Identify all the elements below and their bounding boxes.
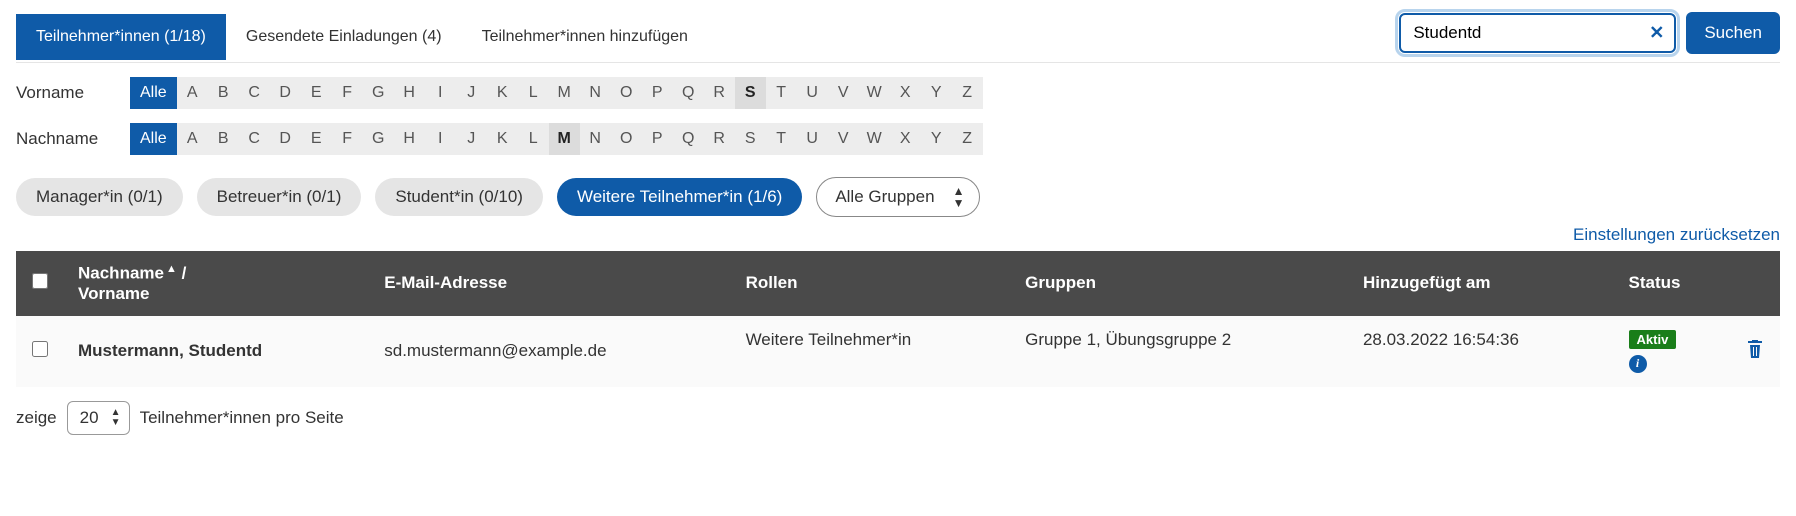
alpha-letter-t[interactable]: T (766, 123, 797, 155)
reset-settings-link[interactable]: Einstellungen zurücksetzen (1573, 225, 1780, 245)
tab-participants[interactable]: Teilnehmer*innen (1/18) (16, 14, 226, 60)
main-tabs: Teilnehmer*innen (1/18) Gesendete Einlad… (16, 14, 708, 60)
group-select-label: Alle Gruppen (835, 187, 934, 207)
pager-suffix: Teilnehmer*innen pro Seite (140, 408, 344, 428)
sort-asc-icon: ▲ (166, 263, 177, 275)
alpha-letter-v[interactable]: V (828, 123, 859, 155)
alpha-all[interactable]: Alle (130, 123, 177, 155)
alpha-letter-n[interactable]: N (580, 77, 611, 109)
tab-add-participants[interactable]: Teilnehmer*innen hinzufügen (462, 14, 708, 60)
alpha-letter-f[interactable]: F (332, 77, 363, 109)
alpha-all[interactable]: Alle (130, 77, 177, 109)
col-header-roles[interactable]: Rollen (732, 251, 1012, 316)
alpha-letter-h[interactable]: H (394, 123, 425, 155)
info-icon[interactable]: i (1629, 355, 1647, 373)
vorname-alpha-filter: AlleABCDEFGHIJKLMNOPQRSTUVWXYZ (130, 77, 983, 109)
col-header-email[interactable]: E-Mail-Adresse (370, 251, 731, 316)
alpha-letter-z[interactable]: Z (952, 77, 983, 109)
alpha-letter-n[interactable]: N (580, 123, 611, 155)
table-row: Mustermann, Studentd sd.mustermann@examp… (16, 316, 1780, 387)
alpha-letter-s[interactable]: S (735, 123, 766, 155)
vorname-label: Vorname (16, 83, 116, 103)
trash-icon[interactable] (1746, 344, 1764, 363)
alpha-letter-m[interactable]: M (549, 77, 580, 109)
alpha-letter-u[interactable]: U (797, 123, 828, 155)
col-header-name[interactable]: Nachname▲ / Vorname (64, 251, 370, 316)
alpha-letter-q[interactable]: Q (673, 77, 704, 109)
alpha-letter-b[interactable]: B (208, 123, 239, 155)
alpha-letter-e[interactable]: E (301, 77, 332, 109)
alpha-letter-d[interactable]: D (270, 77, 301, 109)
alpha-letter-a[interactable]: A (177, 77, 208, 109)
alpha-letter-k[interactable]: K (487, 77, 518, 109)
page-size-select[interactable]: 20 ▲▼ (67, 401, 130, 435)
nachname-alpha-filter: AlleABCDEFGHIJKLMNOPQRSTUVWXYZ (130, 123, 983, 155)
alpha-letter-e[interactable]: E (301, 123, 332, 155)
alpha-letter-y[interactable]: Y (921, 123, 952, 155)
alpha-letter-i[interactable]: I (425, 123, 456, 155)
alpha-letter-l[interactable]: L (518, 77, 549, 109)
tab-sent-invitations[interactable]: Gesendete Einladungen (4) (226, 14, 462, 60)
alpha-letter-c[interactable]: C (239, 77, 270, 109)
row-name[interactable]: Mustermann, Studentd (64, 316, 370, 387)
sort-caret-icon: ▲▼ (953, 185, 965, 209)
col-header-added[interactable]: Hinzugefügt am (1349, 251, 1615, 316)
search-input[interactable] (1413, 23, 1634, 43)
alpha-letter-k[interactable]: K (487, 123, 518, 155)
alpha-letter-d[interactable]: D (270, 123, 301, 155)
alpha-letter-h[interactable]: H (394, 77, 425, 109)
alpha-letter-s[interactable]: S (735, 77, 766, 109)
alpha-letter-g[interactable]: G (363, 123, 394, 155)
alpha-letter-w[interactable]: W (859, 123, 890, 155)
alpha-letter-b[interactable]: B (208, 77, 239, 109)
alpha-letter-f[interactable]: F (332, 123, 363, 155)
col-header-status[interactable]: Status (1615, 251, 1730, 316)
alpha-letter-v[interactable]: V (828, 77, 859, 109)
alpha-letter-p[interactable]: P (642, 77, 673, 109)
nachname-label: Nachname (16, 129, 116, 149)
alpha-letter-x[interactable]: X (890, 77, 921, 109)
alpha-letter-a[interactable]: A (177, 123, 208, 155)
chip-manager[interactable]: Manager*in (0/1) (16, 178, 183, 216)
alpha-letter-o[interactable]: O (611, 77, 642, 109)
sort-caret-icon: ▲▼ (111, 408, 121, 428)
alpha-letter-j[interactable]: J (456, 123, 487, 155)
alpha-letter-c[interactable]: C (239, 123, 270, 155)
alpha-letter-m[interactable]: M (549, 123, 580, 155)
row-added: 28.03.2022 16:54:36 (1349, 316, 1615, 387)
row-email: sd.mustermann@example.de (370, 316, 731, 387)
clear-search-icon[interactable]: ✕ (1649, 23, 1664, 44)
alpha-letter-p[interactable]: P (642, 123, 673, 155)
select-all-checkbox[interactable] (32, 273, 48, 289)
row-roles: Weitere Teilnehmer*in (732, 316, 1012, 387)
alpha-letter-x[interactable]: X (890, 123, 921, 155)
row-groups: Gruppe 1, Übungsgruppe 2 (1011, 316, 1349, 387)
chip-betreuer[interactable]: Betreuer*in (0/1) (197, 178, 362, 216)
row-checkbox[interactable] (32, 341, 48, 357)
alpha-letter-u[interactable]: U (797, 77, 828, 109)
alpha-letter-i[interactable]: I (425, 77, 456, 109)
alpha-letter-r[interactable]: R (704, 77, 735, 109)
chip-weitere[interactable]: Weitere Teilnehmer*in (1/6) (557, 178, 802, 216)
pager-prefix: zeige (16, 408, 57, 428)
alpha-letter-r[interactable]: R (704, 123, 735, 155)
col-header-groups[interactable]: Gruppen (1011, 251, 1349, 316)
alpha-letter-z[interactable]: Z (952, 123, 983, 155)
status-badge: Aktiv (1629, 330, 1677, 349)
alpha-letter-l[interactable]: L (518, 123, 549, 155)
search-field-wrapper: ✕ (1399, 13, 1676, 53)
alpha-letter-o[interactable]: O (611, 123, 642, 155)
chip-student[interactable]: Student*in (0/10) (375, 178, 543, 216)
alpha-letter-q[interactable]: Q (673, 123, 704, 155)
alpha-letter-j[interactable]: J (456, 77, 487, 109)
search-button[interactable]: Suchen (1686, 12, 1780, 54)
group-select[interactable]: Alle Gruppen ▲▼ (816, 177, 979, 217)
alpha-letter-y[interactable]: Y (921, 77, 952, 109)
alpha-letter-t[interactable]: T (766, 77, 797, 109)
alpha-letter-w[interactable]: W (859, 77, 890, 109)
alpha-letter-g[interactable]: G (363, 77, 394, 109)
